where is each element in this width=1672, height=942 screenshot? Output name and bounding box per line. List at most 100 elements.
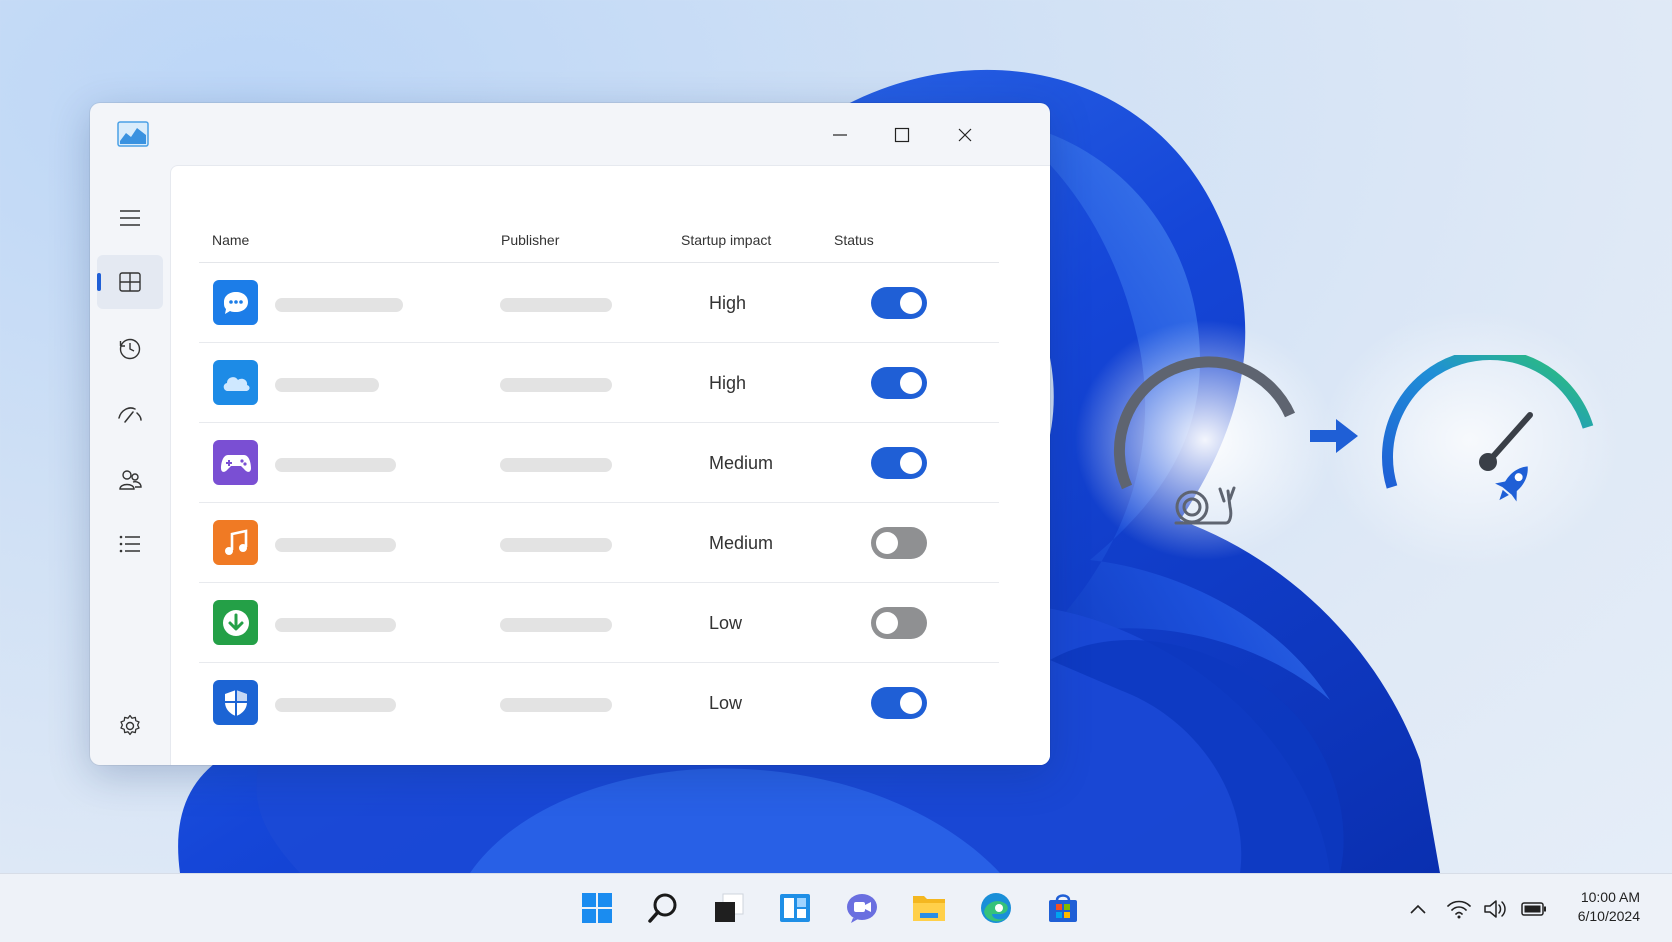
column-header-name[interactable]: Name: [212, 232, 249, 248]
game-controller-icon: [213, 440, 258, 485]
status-toggle[interactable]: [871, 607, 927, 639]
nav-item-performance[interactable]: [97, 388, 163, 442]
store-icon: [1049, 894, 1077, 922]
table-row[interactable]: High: [199, 263, 999, 343]
publisher-placeholder: [500, 618, 612, 632]
nav-item-settings[interactable]: [97, 699, 163, 753]
status-toggle[interactable]: [871, 447, 927, 479]
start-button[interactable]: [575, 886, 619, 930]
clock-date: 6/10/2024: [1577, 908, 1640, 924]
status-toggle[interactable]: [871, 287, 927, 319]
app-name-placeholder: [275, 698, 396, 712]
performance-icon: [118, 407, 142, 423]
search-icon: [648, 893, 677, 923]
monitor-chart-icon: [117, 121, 149, 147]
table-row[interactable]: High: [199, 343, 999, 423]
startup-impact-value: Medium: [709, 453, 774, 473]
teams-chat-icon: [847, 894, 877, 923]
edge-icon: [981, 893, 1011, 923]
taskbar: 10:00 AM 6/10/2024: [0, 873, 1672, 942]
startup-impact-value: Low: [709, 613, 743, 633]
publisher-placeholder: [500, 298, 612, 312]
download-icon: [213, 600, 258, 645]
clock-time: 10:00 AM: [1580, 889, 1640, 905]
users-icon: [119, 470, 142, 490]
nav-item-users[interactable]: [97, 453, 163, 507]
table-row[interactable]: Low: [199, 663, 999, 742]
clock[interactable]: 10:00 AM 6/10/2024: [1578, 888, 1640, 926]
minimize-icon: [833, 134, 847, 136]
startup-apps-window: Name Publisher Startup impact Status Hig…: [90, 103, 1050, 765]
column-header-status[interactable]: Status: [834, 232, 874, 248]
history-icon: [119, 338, 141, 360]
widgets-icon: [780, 894, 810, 922]
chevron-up-icon: [1410, 904, 1426, 914]
minimize-button[interactable]: [823, 121, 857, 149]
table-row[interactable]: Medium: [199, 503, 999, 583]
side-navigation: [90, 165, 170, 765]
teams-chat-button[interactable]: [840, 886, 884, 930]
windows-start-icon: [582, 893, 612, 923]
publisher-placeholder: [500, 538, 612, 552]
app-name-placeholder: [275, 618, 396, 632]
publisher-placeholder: [500, 698, 612, 712]
close-icon: [958, 128, 972, 142]
app-name-placeholder: [275, 458, 396, 472]
slow-gauge: [1113, 356, 1296, 490]
table-row[interactable]: Low: [199, 583, 999, 663]
widgets-button[interactable]: [773, 886, 817, 930]
wifi-icon: [1447, 900, 1471, 919]
battery-icon: [1521, 902, 1546, 916]
volume-icon: [1484, 900, 1506, 918]
nav-item-details[interactable]: [97, 517, 163, 571]
startup-impact-value: Medium: [709, 533, 774, 553]
maximize-icon: [894, 127, 910, 143]
menu-icon: [120, 210, 140, 226]
file-explorer-button[interactable]: [907, 886, 951, 930]
apps-icon: [119, 272, 141, 292]
battery-button[interactable]: [1521, 896, 1547, 922]
table-row[interactable]: Medium: [199, 423, 999, 503]
volume-button[interactable]: [1483, 896, 1509, 922]
file-explorer-icon: [913, 896, 945, 921]
show-hidden-icons-button[interactable]: [1405, 896, 1431, 922]
column-header-publisher[interactable]: Publisher: [501, 232, 559, 248]
nav-item-apps[interactable]: [97, 255, 163, 309]
toggle-knob: [876, 612, 898, 634]
startup-apps-table: Name Publisher Startup impact Status Hig…: [199, 218, 999, 742]
app-name-placeholder: [275, 378, 379, 392]
publisher-placeholder: [500, 378, 612, 392]
title-bar[interactable]: [90, 103, 1050, 165]
startup-impact-value: Low: [709, 693, 743, 713]
shield-icon: [213, 680, 258, 725]
status-toggle[interactable]: [871, 687, 927, 719]
maximize-button[interactable]: [885, 121, 919, 149]
network-button[interactable]: [1446, 896, 1472, 922]
speedometer-icon: [1382, 355, 1594, 489]
chat-icon: [213, 280, 258, 325]
task-view-button[interactable]: [707, 886, 751, 930]
store-button[interactable]: [1041, 886, 1085, 930]
edge-browser-button[interactable]: [974, 886, 1018, 930]
startup-impact-value: High: [709, 373, 747, 393]
startup-apps-panel: Name Publisher Startup impact Status Hig…: [170, 165, 1050, 765]
cloud-icon: [213, 360, 258, 405]
toggle-knob: [900, 372, 922, 394]
toggle-knob: [900, 692, 922, 714]
toggle-knob: [876, 532, 898, 554]
close-button[interactable]: [948, 121, 982, 149]
publisher-placeholder: [500, 458, 612, 472]
menu-button[interactable]: [97, 191, 163, 245]
task-view-icon: [715, 893, 744, 922]
app-name-placeholder: [275, 298, 403, 312]
toggle-knob: [900, 292, 922, 314]
column-header-impact[interactable]: Startup impact: [681, 232, 771, 248]
app-name-placeholder: [275, 538, 396, 552]
status-toggle[interactable]: [871, 367, 927, 399]
toggle-knob: [900, 452, 922, 474]
search-button[interactable]: [641, 886, 685, 930]
nav-item-history[interactable]: [97, 322, 163, 376]
snail-icon: [1174, 486, 1236, 525]
music-note-icon: [213, 520, 258, 565]
status-toggle[interactable]: [871, 527, 927, 559]
